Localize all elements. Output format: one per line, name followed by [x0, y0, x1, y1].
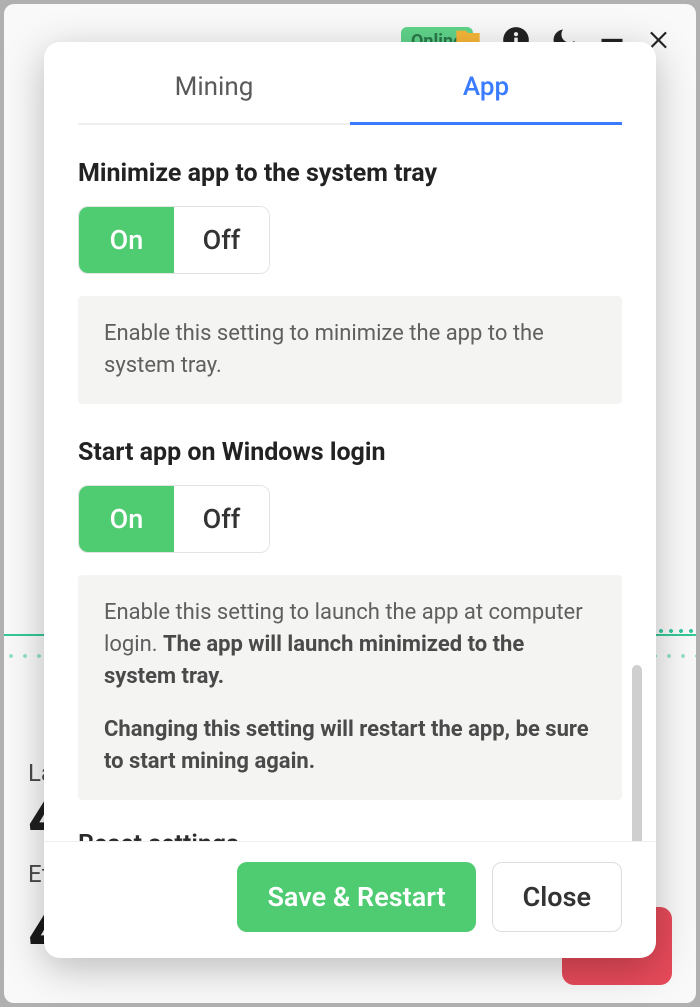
- setting-description: Enable this setting to minimize the app …: [78, 296, 622, 404]
- tab-app[interactable]: App: [350, 72, 622, 125]
- modal-footer: Save & Restart Close: [44, 841, 656, 958]
- toggle-off[interactable]: Off: [174, 207, 269, 273]
- reset-settings[interactable]: Reset settings: [78, 830, 622, 841]
- close-button[interactable]: Close: [492, 862, 622, 932]
- settings-body: Minimize app to the system tray On Off E…: [44, 125, 656, 841]
- tab-mining[interactable]: Mining: [78, 72, 350, 125]
- toggle-minimize-tray: On Off: [78, 206, 270, 274]
- toggle-on[interactable]: On: [79, 486, 174, 552]
- scrollbar-thumb[interactable]: [632, 665, 642, 841]
- save-restart-button[interactable]: Save & Restart: [237, 862, 475, 932]
- info-text-bold: Changing this setting will restart the a…: [104, 714, 596, 778]
- setting-title: Minimize app to the system tray: [78, 159, 622, 188]
- setting-description: Enable this setting to launch the app at…: [78, 575, 622, 800]
- toggle-autostart: On Off: [78, 485, 270, 553]
- settings-tabs: Mining App: [44, 42, 656, 125]
- toggle-on[interactable]: On: [79, 207, 174, 273]
- toggle-off[interactable]: Off: [174, 486, 269, 552]
- setting-autostart: Start app on Windows login On Off Enable…: [78, 438, 622, 800]
- setting-minimize-tray: Minimize app to the system tray On Off E…: [78, 159, 622, 404]
- info-text-bold: The app will launch minimized to the sys…: [104, 632, 524, 689]
- settings-modal: Mining App Minimize app to the system tr…: [44, 42, 656, 958]
- setting-title: Start app on Windows login: [78, 438, 622, 467]
